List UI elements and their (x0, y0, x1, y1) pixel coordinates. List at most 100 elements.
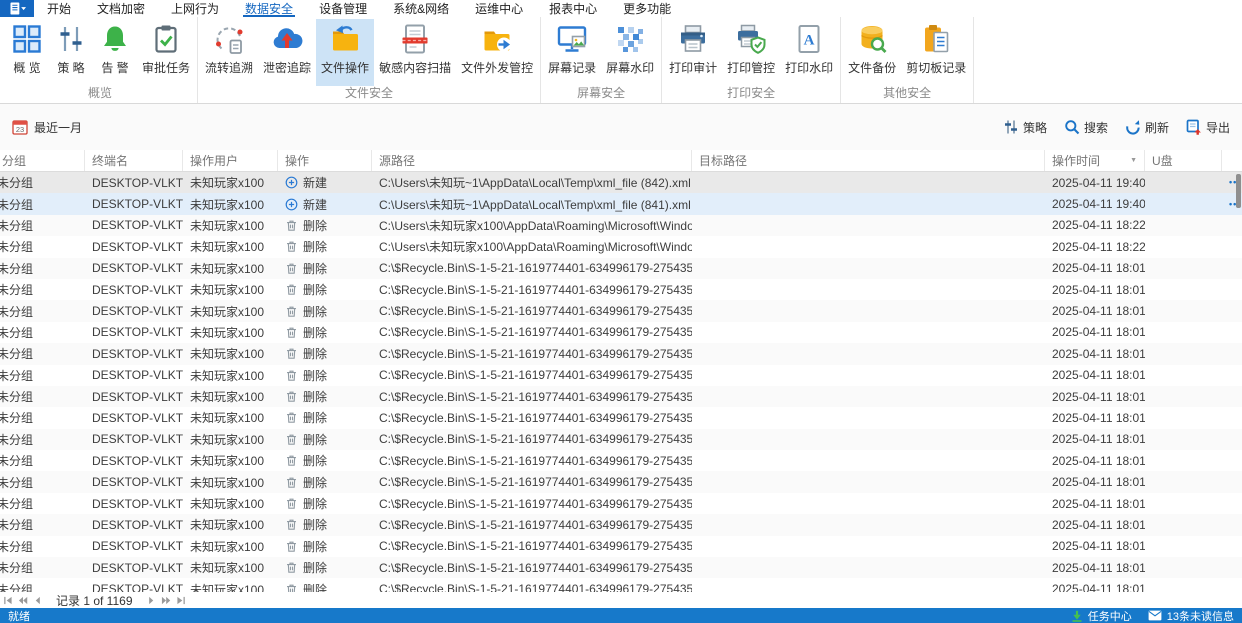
column-header-6[interactable]: 操作时间 ▼ (1045, 150, 1145, 171)
table-row[interactable]: 未分组 DESKTOP-VLKTLE1 未知玩家x100 删除 C:\$Recycle.… (0, 471, 1242, 493)
table-row[interactable]: 未分组 DESKTOP-VLKTLE1 未知玩家x100 删除 C:\$Recycle.… (0, 300, 1242, 322)
table-row[interactable]: 未分组 DESKTOP-VLKTLE1 未知玩家x100 删除 C:\$Recycle.… (0, 536, 1242, 557)
toolbar-action-2[interactable]: 刷新 (1125, 119, 1169, 136)
app-menu-button[interactable] (0, 0, 34, 17)
table-row[interactable]: 未分组 DESKTOP-VLKTLE1 未知玩家x100 删除 C:\$Recycle.… (0, 365, 1242, 386)
table-row[interactable]: 未分组 DESKTOP-VLKTLE1 未知玩家x100 删除 C:\$Recycle.… (0, 493, 1242, 514)
cell-actions (1222, 407, 1242, 428)
table-row[interactable]: 未分组 DESKTOP-VLKTLE1 未知玩家x100 删除 C:\$Recycle.… (0, 578, 1242, 592)
pager-last-button[interactable] (176, 596, 186, 605)
menu-tab-1[interactable]: 文档加密 (84, 0, 158, 17)
column-header-5[interactable]: 目标路径 (692, 150, 1045, 171)
toolbar-action-3[interactable]: 导出 (1186, 119, 1230, 136)
cell-target (692, 493, 1045, 514)
pager-fast-prev-button[interactable] (18, 596, 28, 605)
ribbon-group-buttons: 文件备份 剪切板记录 (843, 17, 971, 86)
table-row[interactable]: 未分组 DESKTOP-VLKTLE1 未知玩家x100 删除 C:\$Recycle.… (0, 322, 1242, 343)
ribbon-button-0-1[interactable]: 策 略 (49, 19, 93, 86)
toolbar-action-0[interactable]: 策略 (1003, 119, 1047, 136)
unread-messages-button[interactable]: 13条未读信息 (1148, 608, 1234, 623)
ribbon-button-2-1[interactable]: 屏幕水印 (601, 19, 659, 86)
table-row[interactable]: 未分组 DESKTOP-VLKTLE1 未知玩家x100 删除 C:\Users\未知玩… (0, 236, 1242, 257)
table-row[interactable]: 未分组 DESKTOP-VLKTLE1 未知玩家x100 删除 C:\$Recycle.… (0, 257, 1242, 279)
cell-usb (1145, 343, 1222, 364)
ribbon-button-3-1[interactable]: 打印管控 (722, 19, 780, 86)
pager: 记录 1 of 1169 (0, 592, 1242, 608)
menu-tab-0[interactable]: 开始 (34, 0, 84, 17)
cell-op: 新建 (278, 193, 372, 214)
task-center-button[interactable]: 任务中心 (1071, 608, 1132, 623)
cell-time: 2025-04-11 18:01:38 (1052, 389, 1145, 404)
column-header-7[interactable]: U盘 (1145, 150, 1222, 171)
table-row[interactable]: 未分组 DESKTOP-VLKTLE1 未知玩家x100 新建 C:\Users\未知玩… (0, 193, 1242, 215)
cell-time: 2025-04-11 19:40:27 (1052, 197, 1145, 212)
ribbon-button-4-1[interactable]: 剪切板记录 (901, 19, 971, 86)
column-header-2[interactable]: 操作用户 (183, 150, 278, 171)
ribbon-button-1-4[interactable]: 文件外发管控 (456, 19, 538, 86)
cell-terminal: DESKTOP-VLKTLE1 (92, 432, 183, 447)
ribbon-button-1-3[interactable]: 敏感内容扫描 (374, 19, 456, 86)
table-row[interactable]: 未分组 DESKTOP-VLKTLE1 未知玩家x100 删除 C:\$Recycle.… (0, 450, 1242, 471)
menu-tab-8[interactable]: 更多功能 (610, 0, 684, 17)
op-label: 删除 (303, 582, 328, 592)
pager-next-button[interactable] (146, 596, 156, 605)
ribbon-button-1-2[interactable]: 文件操作 (316, 19, 375, 86)
pager-fast-next-button[interactable] (161, 596, 171, 605)
cloud-leak-icon (271, 23, 303, 55)
menu-tab-6[interactable]: 运维中心 (462, 0, 536, 17)
ribbon-button-1-0[interactable]: 流转追溯 (200, 19, 258, 86)
table-row[interactable]: 未分组 DESKTOP-VLKTLE1 未知玩家x100 删除 C:\$Recycle.… (0, 385, 1242, 408)
table-row[interactable]: 未分组 DESKTOP-VLKTLE1 未知玩家x100 删除 C:\$Recycle.… (0, 514, 1242, 536)
folder-out-icon (481, 23, 513, 55)
cell-actions (1222, 322, 1242, 343)
column-header-1[interactable]: 终端名 (85, 150, 183, 171)
ribbon-button-2-0[interactable]: 屏幕记录 (543, 19, 601, 86)
vertical-scrollbar[interactable] (1236, 174, 1241, 208)
cell-source: C:\$Recycle.Bin\S-1-5-21-1619774401-6349… (379, 453, 692, 468)
menu-tab-4[interactable]: 设备管理 (306, 0, 380, 17)
ribbon-button-1-1[interactable]: 泄密追踪 (258, 19, 316, 86)
ribbon-button-0-0[interactable]: 概 览 (5, 19, 49, 86)
table-header: 分组 终端名 操作用户 操作 源路径 目标路径 操作时间 ▼ U盘 (0, 150, 1242, 172)
cell-op: 删除 (278, 258, 372, 279)
cell-actions (1222, 471, 1242, 492)
table-row[interactable]: 未分组 DESKTOP-VLKTLE1 未知玩家x100 删除 C:\$Recycle.… (0, 428, 1242, 451)
ribbon-button-4-0[interactable]: 文件备份 (843, 19, 901, 86)
column-header-3[interactable]: 操作 (278, 150, 372, 171)
ribbon-button-0-2[interactable]: 告 警 (93, 19, 137, 86)
menu-tab-3[interactable]: 数据安全 (232, 0, 306, 17)
ribbon-button-0-3[interactable]: 审批任务 (137, 19, 195, 86)
cell-usb (1145, 429, 1222, 450)
cell-group: 未分组 (0, 261, 34, 276)
cell-group: 未分组 (0, 197, 34, 212)
sort-indicator-icon[interactable]: ▼ (1130, 157, 1140, 164)
cell-source: C:\Users\未知玩~1\AppData\Local\Temp\xml_fi… (379, 176, 691, 191)
pager-first-button[interactable] (3, 596, 13, 605)
table-row[interactable]: 未分组 DESKTOP-VLKTLE1 未知玩家x100 删除 C:\Users\未知玩… (0, 214, 1242, 237)
op-label: 删除 (303, 390, 328, 405)
cell-user: 未知玩家x100 (190, 518, 265, 533)
pager-prev-button[interactable] (33, 596, 43, 605)
pager-record-text: 记录 1 of 1169 (56, 593, 133, 608)
trash-icon (285, 518, 298, 531)
table-row[interactable]: 未分组 DESKTOP-VLKTLE1 未知玩家x100 删除 C:\$Recycle.… (0, 343, 1242, 365)
ribbon-button-3-2[interactable]: A 打印水印 (780, 19, 838, 86)
table-row[interactable]: 未分组 DESKTOP-VLKTLE1 未知玩家x100 删除 C:\$Recycle.… (0, 279, 1242, 300)
table-row[interactable]: 未分组 DESKTOP-VLKTLE1 未知玩家x100 删除 C:\$Recycle.… (0, 407, 1242, 428)
op-label: 删除 (303, 561, 328, 576)
cell-time: 2025-04-11 18:01:38 (1052, 453, 1145, 468)
ribbon-button-3-0[interactable]: 打印审计 (664, 19, 722, 86)
cell-op: 删除 (278, 343, 372, 364)
toolbar-action-1[interactable]: 搜索 (1064, 119, 1108, 136)
table-row[interactable]: 未分组 DESKTOP-VLKTLE1 未知玩家x100 删除 C:\$Recycle.… (0, 557, 1242, 579)
table-row[interactable]: 未分组 DESKTOP-VLKTLE1 未知玩家x100 新建 C:\Users\未知玩… (0, 172, 1242, 194)
search-icon (1064, 119, 1080, 135)
menu-tab-2[interactable]: 上网行为 (158, 0, 232, 17)
menu-tab-7[interactable]: 报表中心 (536, 0, 610, 17)
date-filter[interactable]: 23 最近一月 (12, 119, 82, 136)
column-header-4[interactable]: 源路径 (372, 150, 692, 171)
cell-source: C:\$Recycle.Bin\S-1-5-21-1619774401-6349… (379, 261, 692, 276)
column-header-0[interactable]: 分组 (0, 150, 85, 171)
cell-actions (1222, 215, 1242, 236)
menu-tab-5[interactable]: 系统&网络 (380, 0, 462, 17)
